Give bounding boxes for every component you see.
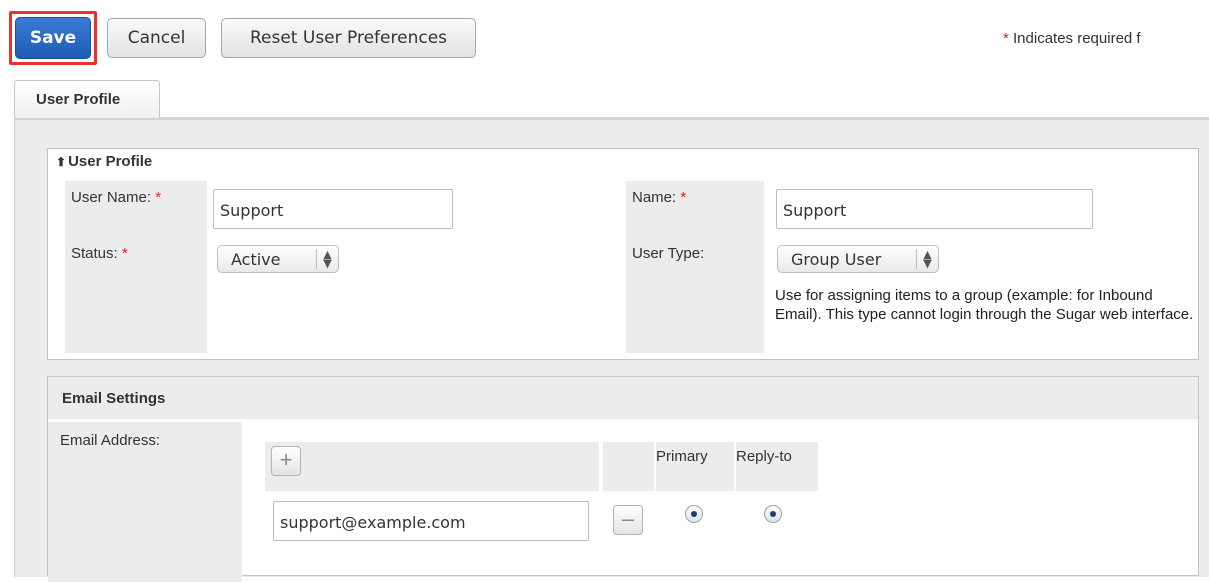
plus-icon: + — [279, 447, 293, 472]
status-label: Status: * — [71, 245, 128, 262]
required-fields-note: * Indicates required f — [1003, 30, 1141, 47]
primary-radio[interactable] — [685, 505, 703, 523]
name-label: Name: * — [632, 189, 687, 206]
add-email-button[interactable]: + — [271, 446, 301, 476]
reset-user-preferences-button[interactable]: Reset User Preferences — [221, 18, 476, 58]
select-arrows-icon: ▲ ▼ — [916, 249, 938, 269]
status-select[interactable]: Active ▲ ▼ — [217, 245, 339, 273]
double-chevron-up-icon: ⬆ — [56, 155, 67, 169]
remove-email-button[interactable]: – — [613, 505, 643, 535]
save-button[interactable]: Save — [15, 17, 91, 59]
reply-to-radio[interactable] — [764, 505, 782, 523]
user-name-field[interactable]: Support — [213, 189, 453, 229]
minus-icon: – — [621, 506, 635, 531]
tab-user-profile[interactable]: User Profile — [14, 80, 160, 118]
name-field[interactable]: Support — [776, 189, 1093, 229]
status-label-column — [65, 181, 207, 353]
email-address-label: Email Address: — [60, 432, 161, 449]
user-type-select[interactable]: Group User ▲ ▼ — [777, 245, 939, 273]
user-profile-panel-header[interactable]: ⬆ User Profile — [56, 153, 152, 170]
user-type-label: User Type: — [632, 245, 705, 262]
reply-to-column-header: Reply-to — [736, 448, 792, 465]
user-type-help-text: Use for assigning items to a group (exam… — [775, 287, 1194, 323]
user-type-label-column — [626, 181, 764, 353]
email-settings-header-bar — [48, 377, 1198, 419]
email-grid-header-cell — [603, 442, 654, 491]
email-grid-header-cell — [265, 442, 599, 491]
email-address-field[interactable]: support@example.com — [273, 501, 589, 541]
select-arrows-icon: ▲ ▼ — [316, 249, 338, 269]
primary-column-header: Primary — [656, 448, 708, 465]
cancel-button[interactable]: Cancel — [107, 18, 206, 58]
user-name-label: User Name: * — [71, 189, 162, 206]
email-settings-title: Email Settings — [62, 390, 166, 407]
